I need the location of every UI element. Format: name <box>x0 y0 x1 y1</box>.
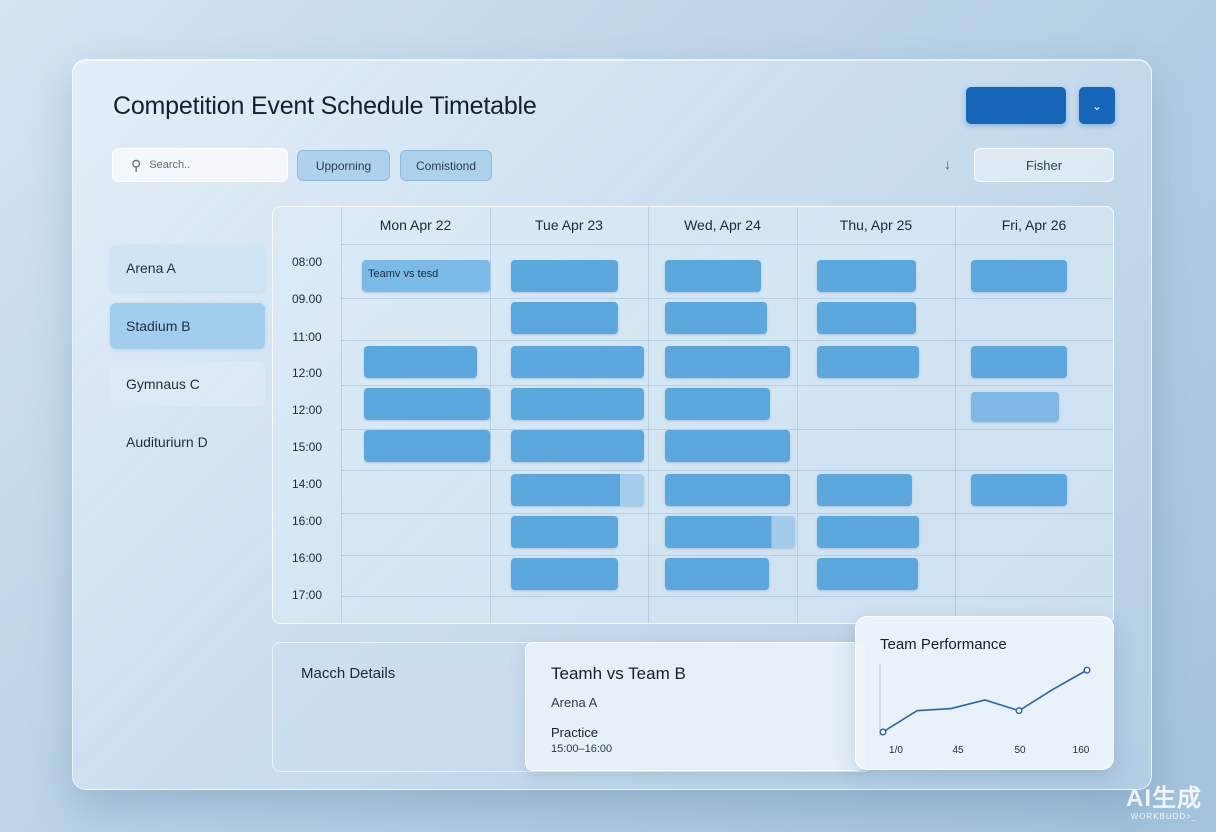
grid-divider <box>341 596 1113 597</box>
event-block[interactable] <box>364 430 490 462</box>
filter-button[interactable]: Fisher <box>974 148 1114 182</box>
event-block[interactable] <box>511 302 618 334</box>
event-block[interactable] <box>971 346 1067 378</box>
team-performance-chart: 1/0 45 50 160 <box>879 664 1091 756</box>
match-time: 15:00–16:00 <box>551 743 613 755</box>
venue-label: Gymnaus C <box>126 376 200 392</box>
event-block[interactable] <box>817 346 919 378</box>
venue-item-arena-a[interactable]: Arena A <box>110 245 265 291</box>
event-block[interactable] <box>665 558 769 590</box>
event-block[interactable] <box>364 388 490 420</box>
grid-divider <box>955 207 956 623</box>
schedule-grid: Mon Apr 22 Tue Apr 23 Wed, Apr 24 Thu, A… <box>272 206 1114 624</box>
sort-down-icon[interactable]: ↓ <box>944 156 951 172</box>
filter-chip-completed[interactable]: Comistiond <box>400 150 492 181</box>
match-title: Teamh vs Team B <box>551 664 686 683</box>
time-label: 09.00 <box>291 292 323 306</box>
event-block[interactable] <box>971 392 1059 422</box>
filter-chip-upcoming[interactable]: Upporning <box>297 150 390 181</box>
event-block[interactable] <box>971 260 1067 292</box>
dropdown-menu-button[interactable]: ⌄ <box>1079 87 1115 124</box>
day-header-fri: Fri, Apr 26 <box>1001 217 1067 233</box>
event-block[interactable] <box>364 346 477 378</box>
day-header-mon: Mon Apr 22 <box>379 217 452 233</box>
venue-item-stadium-b[interactable]: Stadium B <box>110 303 265 349</box>
x-tick-label: 160 <box>1073 745 1090 756</box>
match-venue: Arena A <box>551 695 598 710</box>
event-block[interactable] <box>511 260 618 292</box>
event-block[interactable] <box>665 346 790 378</box>
grid-divider <box>341 207 342 623</box>
grid-divider <box>648 207 649 623</box>
grid-divider <box>797 207 798 623</box>
venue-label: Arena A <box>126 260 176 276</box>
event-block[interactable] <box>665 474 790 506</box>
search-input[interactable]: ⚲ Search.. <box>112 148 288 182</box>
event-block[interactable] <box>665 302 767 334</box>
search-placeholder: Search.. <box>149 159 191 171</box>
grid-divider <box>341 298 1113 299</box>
day-header-tue: Tue Apr 23 <box>535 217 603 233</box>
time-label: 16:00 <box>291 551 323 565</box>
event-block[interactable] <box>971 474 1067 506</box>
grid-divider <box>341 555 1113 556</box>
day-header-thu: Thu, Apr 25 <box>839 217 913 233</box>
primary-action-button[interactable] <box>966 87 1066 124</box>
grid-divider <box>341 340 1113 341</box>
time-label: 12:00 <box>291 403 323 417</box>
search-icon: ⚲ <box>131 157 142 173</box>
event-block[interactable] <box>511 388 644 420</box>
event-block[interactable] <box>511 346 644 378</box>
event-block[interactable] <box>665 430 790 462</box>
event-block[interactable] <box>817 558 918 590</box>
event-block[interactable] <box>817 302 916 334</box>
page-title: Competition Event Schedule Timetable <box>113 92 537 120</box>
venue-label: Audituriurn D <box>126 434 208 450</box>
match-type: Practice <box>551 725 598 740</box>
time-label: 16:00 <box>291 514 323 528</box>
time-label: 17:00 <box>291 588 323 602</box>
event-block[interactable]: Teamv vs tesd <box>362 260 490 292</box>
watermark-text: AI生成 <box>1126 785 1202 812</box>
event-block[interactable] <box>511 516 618 548</box>
event-block[interactable] <box>511 474 644 506</box>
event-block[interactable] <box>665 388 770 420</box>
venue-item-auditorium-d[interactable]: Audituriurn D <box>110 419 265 465</box>
chevron-down-icon: ⌄ <box>1091 98 1103 113</box>
venue-item-gymnasium-c[interactable]: Gymnaus C <box>110 361 265 407</box>
x-tick-label: 1/0 <box>889 745 903 756</box>
grid-divider <box>490 207 491 623</box>
watermark-logo: AI生成 WORKBUDD>_ <box>1118 785 1210 822</box>
grid-divider <box>341 385 1113 386</box>
grid-divider <box>341 244 1113 245</box>
time-label: 14:00 <box>291 477 323 491</box>
data-point <box>879 728 887 736</box>
time-label: 08:00 <box>291 255 323 269</box>
time-label: 12:00 <box>291 366 323 380</box>
x-tick-label: 45 <box>952 745 964 756</box>
grid-divider <box>341 513 1113 514</box>
match-details-heading: Macch Details <box>301 665 396 682</box>
event-block[interactable] <box>817 260 916 292</box>
grid-divider <box>341 470 1113 471</box>
x-tick-label: 50 <box>1014 745 1026 756</box>
day-header-wed: Wed, Apr 24 <box>684 217 761 233</box>
time-label: 15:00 <box>291 440 323 454</box>
data-point <box>1083 666 1091 674</box>
time-label: 11:00 <box>292 330 322 344</box>
event-block[interactable] <box>817 516 919 548</box>
event-block[interactable] <box>511 430 644 462</box>
event-block[interactable] <box>665 260 761 292</box>
series-line <box>882 669 1088 733</box>
event-block[interactable] <box>665 516 795 548</box>
venue-label: Stadium B <box>126 318 191 334</box>
event-block[interactable] <box>511 558 618 590</box>
data-point <box>1015 707 1023 715</box>
watermark-subtext: WORKBUDD>_ <box>1130 812 1198 821</box>
event-label: Teamv vs tesd <box>368 268 439 280</box>
event-block[interactable] <box>817 474 912 506</box>
